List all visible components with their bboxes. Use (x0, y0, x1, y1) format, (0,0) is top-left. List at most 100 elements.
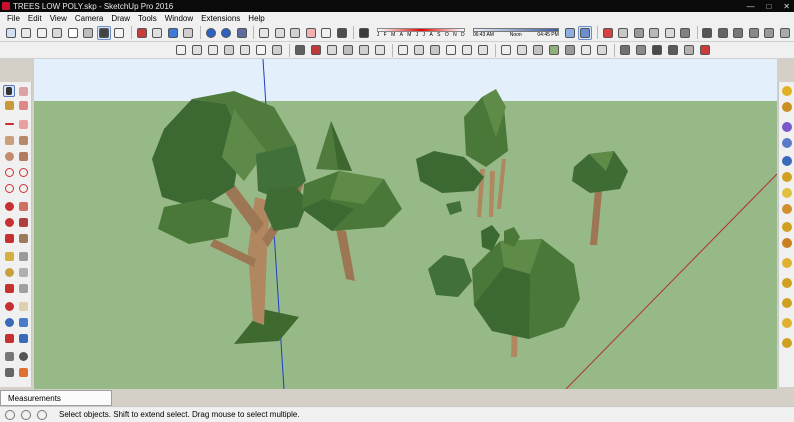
solid-union-icon[interactable] (701, 26, 715, 40)
outliner-icon[interactable] (166, 26, 180, 40)
protractor-tool-icon[interactable] (3, 266, 15, 278)
tape-measure-tool-icon[interactable] (3, 250, 15, 262)
3d-text-tool-icon[interactable] (17, 282, 29, 294)
cut-icon[interactable] (257, 26, 271, 40)
rect-icon[interactable] (4, 26, 18, 40)
layers-icon[interactable] (618, 43, 632, 57)
hidden-line-icon[interactable] (515, 43, 529, 57)
look-around-tool-icon[interactable] (17, 350, 29, 362)
walk-tool-icon[interactable] (3, 366, 15, 378)
circle-tool-icon[interactable] (3, 150, 15, 162)
extension-icon[interactable] (782, 278, 792, 288)
stamp-icon[interactable] (632, 26, 646, 40)
walk-icon[interactable] (444, 43, 458, 57)
scale-tool-icon[interactable] (3, 232, 15, 244)
top-view-icon[interactable] (309, 43, 323, 57)
drape-icon[interactable] (647, 26, 661, 40)
solid-split-icon[interactable] (763, 26, 777, 40)
menu-edit[interactable]: Edit (24, 14, 46, 23)
model-info-icon[interactable] (135, 26, 149, 40)
preview-icon[interactable] (782, 258, 792, 268)
right-view-icon[interactable] (341, 43, 355, 57)
wireframe-icon[interactable] (499, 43, 513, 57)
extension-icon[interactable] (782, 338, 792, 348)
credits-icon[interactable] (21, 409, 31, 420)
measurements-box[interactable]: Measurements (0, 390, 112, 406)
push-pull-tool-icon[interactable] (17, 200, 29, 212)
solid-trim-icon[interactable] (747, 26, 761, 40)
section-plane-icon[interactable] (396, 43, 410, 57)
components-panel-icon[interactable] (666, 43, 680, 57)
geo-status-icon[interactable] (5, 409, 15, 420)
paint-bucket-tool-icon[interactable] (3, 99, 15, 111)
styles-icon[interactable] (82, 26, 96, 40)
shadow-date-slider[interactable]: J F M A M J J A S O N D (376, 27, 465, 38)
select-tool-icon[interactable] (3, 85, 15, 97)
menu-extensions[interactable]: Extensions (197, 14, 244, 23)
layer-icon[interactable] (113, 26, 127, 40)
components-icon[interactable] (66, 26, 80, 40)
extension-icon[interactable] (782, 298, 792, 308)
erase-icon[interactable] (304, 26, 318, 40)
left-view-icon[interactable] (373, 43, 387, 57)
section-display-icon[interactable] (412, 43, 426, 57)
entity-info-icon[interactable] (150, 26, 164, 40)
look-around-icon[interactable] (460, 43, 474, 57)
eraser-tool-icon[interactable] (17, 85, 29, 97)
zoom-extents-icon[interactable] (238, 43, 252, 57)
make-component-tool-icon[interactable] (17, 99, 29, 111)
follow-me-tool-icon[interactable] (17, 216, 29, 228)
previous-view-icon[interactable] (254, 43, 268, 57)
line-tool-icon[interactable] (3, 118, 15, 130)
dynamic-interact-icon[interactable] (782, 204, 792, 214)
menu-draw[interactable]: Draw (107, 14, 134, 23)
styles-panel-icon[interactable] (682, 43, 696, 57)
share-component-icon[interactable] (782, 172, 792, 182)
photo-textures-icon[interactable] (782, 122, 792, 132)
shadow-time-slider[interactable]: 06:43 AM Noon 04:45 PM (472, 27, 559, 38)
iso-view-icon[interactable] (293, 43, 307, 57)
pan-tool-icon[interactable] (17, 300, 29, 312)
share-model-icon[interactable] (782, 156, 792, 166)
text-tool-icon[interactable] (17, 266, 29, 278)
dimension-tool-icon[interactable] (17, 250, 29, 262)
menu-tools[interactable]: Tools (134, 14, 161, 23)
shaded-icon[interactable] (531, 43, 545, 57)
polygon-tool-icon[interactable] (17, 150, 29, 162)
orbit-icon[interactable] (174, 43, 188, 57)
rotated-rect-tool-icon[interactable] (17, 134, 29, 146)
next-view-icon[interactable] (270, 43, 284, 57)
back-view-icon[interactable] (357, 43, 371, 57)
maximize-button[interactable]: □ (766, 2, 771, 11)
paste-icon[interactable] (288, 26, 302, 40)
section-cuts-icon[interactable] (428, 43, 442, 57)
section-plane-tool-icon[interactable] (17, 366, 29, 378)
scenes-icon[interactable] (181, 26, 195, 40)
fog-icon[interactable] (563, 26, 577, 40)
axes-tool-icon[interactable] (3, 282, 15, 294)
pan-icon[interactable] (190, 43, 204, 57)
zoom-window-tool-icon[interactable] (17, 316, 29, 328)
menu-window[interactable]: Window (161, 14, 197, 23)
soften-icon[interactable] (319, 26, 333, 40)
paint-icon[interactable] (51, 26, 65, 40)
warehouse-icon[interactable] (782, 138, 792, 148)
menu-file[interactable]: File (3, 14, 24, 23)
zoom-icon[interactable] (206, 43, 220, 57)
help-icon[interactable] (37, 409, 47, 420)
solid-subtract-icon[interactable] (732, 26, 746, 40)
copy-icon[interactable] (273, 26, 287, 40)
zoom-extents-tool-icon[interactable] (3, 332, 15, 344)
smoove-icon[interactable] (616, 26, 630, 40)
rotate-tool-icon[interactable] (3, 216, 15, 228)
flip-edge-icon[interactable] (678, 26, 692, 40)
menu-camera[interactable]: Camera (71, 14, 107, 23)
2pt-arc-tool-icon[interactable] (17, 166, 29, 178)
extension-warehouse-icon[interactable] (782, 188, 792, 198)
outer-shell-icon[interactable] (778, 26, 792, 40)
solid-intersect-icon[interactable] (716, 26, 730, 40)
close-button[interactable]: ✕ (783, 2, 790, 11)
xray-icon[interactable] (97, 25, 111, 40)
offset-tool-icon[interactable] (17, 232, 29, 244)
save-icon[interactable] (235, 26, 249, 40)
